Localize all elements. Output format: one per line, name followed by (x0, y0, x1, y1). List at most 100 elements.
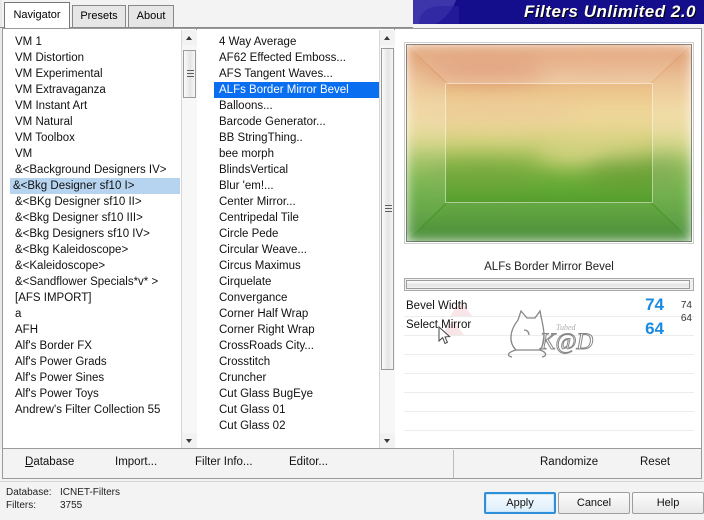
filter-list-item[interactable]: Cut Glass 01 (214, 402, 379, 418)
category-list-item[interactable]: &<Bkg Kaleidoscope> (10, 242, 180, 258)
filter-list-item-label: Cut Glass BugEye (219, 388, 313, 400)
filter-list-item[interactable]: CrossRoads City... (214, 338, 379, 354)
category-list-item-label: VM Experimental (15, 68, 103, 80)
tab-about[interactable]: About (128, 5, 174, 27)
category-list-item-label: &<Bkg Designer sf10 III> (15, 212, 143, 224)
filter-list-item-label: BB StringThing.. (219, 132, 303, 144)
category-list-item[interactable]: Alf's Power Toys (10, 386, 180, 402)
category-list-item[interactable]: VM Natural (10, 114, 180, 130)
category-list-item[interactable]: &<Background Designers IV> (10, 162, 180, 178)
menu-editor[interactable]: Editor... (289, 456, 328, 468)
category-list-item[interactable]: Alf's Border FX (10, 338, 180, 354)
cancel-button[interactable]: Cancel (558, 492, 630, 514)
filter-list-item[interactable]: Cut Glass 02 (214, 418, 379, 434)
help-button[interactable]: Help (632, 492, 704, 514)
filter-list-item-label: Circular Weave... (219, 244, 307, 256)
category-list-item[interactable]: VM Extravaganza (10, 82, 180, 98)
category-list-item[interactable]: Alf's Power Grads (10, 354, 180, 370)
preview-image[interactable] (406, 44, 692, 242)
filter-list-item-label: AFS Tangent Waves... (219, 68, 333, 80)
parameter-row-empty-3 (404, 374, 694, 393)
category-list-item[interactable]: &<Kaleidoscope> (10, 258, 180, 274)
status-filters-label: Filters: (6, 500, 36, 511)
category-list-item[interactable]: Alf's Power Sines (10, 370, 180, 386)
filter-list-item[interactable]: Cirquelate (214, 274, 379, 290)
category-scroll-up-icon[interactable] (182, 30, 197, 45)
category-list-item-label: Alf's Power Sines (15, 372, 105, 384)
filter-list-item[interactable]: Balloons... (214, 98, 379, 114)
filter-list-item[interactable]: Centripedal Tile (214, 210, 379, 226)
category-list-item[interactable]: AFH (10, 322, 180, 338)
menu-randomize[interactable]: Randomize (540, 456, 598, 468)
category-list-item-label: VM Extravaganza (15, 84, 106, 96)
filter-list-item[interactable]: Circular Weave... (214, 242, 379, 258)
category-list-item[interactable]: &<Sandflower Specials*v* > (10, 274, 180, 290)
category-list-item-label: VM Instant Art (15, 100, 88, 112)
category-scrollbar[interactable] (181, 30, 197, 448)
tab-presets[interactable]: Presets (72, 5, 126, 27)
tab-strip: Navigator Presets About (0, 0, 413, 28)
filter-list-item[interactable]: Circus Maximus (214, 258, 379, 274)
filter-list-item[interactable]: AF62 Effected Emboss... (214, 50, 379, 66)
category-list-item[interactable]: &<Bkg Designer sf10 I> (10, 178, 180, 194)
category-list-item[interactable]: a (10, 306, 180, 322)
filter-list-item[interactable]: bee morph (214, 146, 379, 162)
category-list-item[interactable]: VM 1 (10, 34, 180, 50)
category-list-item[interactable]: &<Bkg Designers sf10 IV> (10, 226, 180, 242)
category-list-item[interactable]: Andrew's Filter Collection 55 (10, 402, 180, 418)
filter-scroll-down-icon[interactable] (380, 433, 395, 448)
category-scroll-thumb[interactable] (183, 50, 196, 98)
parameter-row-empty-5 (404, 412, 694, 431)
apply-button[interactable]: Apply (484, 492, 556, 514)
scroll-grip-icon (385, 205, 392, 213)
filter-list-item-label: Cirquelate (219, 276, 272, 288)
preview-hscrollbar[interactable] (404, 278, 694, 291)
category-listbox[interactable]: VM 1 VM Distortion VM Experimental VM Extra… (10, 34, 180, 446)
filter-list-item[interactable]: Circle Pede (214, 226, 379, 242)
filter-list-item[interactable]: 4 Way Average (214, 34, 379, 50)
filter-list-item[interactable]: BlindsVertical (214, 162, 379, 178)
filter-list-item-label: Center Mirror... (219, 196, 296, 208)
category-list-item[interactable]: [AFS IMPORT] (10, 290, 180, 306)
category-list-item[interactable]: VM Toolbox (10, 130, 180, 146)
tab-navigator[interactable]: Navigator (4, 2, 70, 28)
filter-list-item[interactable]: Crosstitch (214, 354, 379, 370)
category-list-item-label: VM 1 (15, 36, 42, 48)
menu-reset[interactable]: Reset (640, 456, 670, 468)
filter-list-item[interactable]: Convergance (214, 290, 379, 306)
scroll-grip-icon (187, 70, 194, 78)
filter-list-item[interactable]: Blur 'em!... (214, 178, 379, 194)
parameter-row-empty-6 (404, 431, 694, 450)
category-list-item[interactable]: VM Distortion (10, 50, 180, 66)
filter-scrollbar[interactable] (379, 30, 395, 448)
filter-list-item[interactable]: ALFs Border Mirror Bevel (214, 82, 379, 98)
filter-list-item[interactable]: Center Mirror... (214, 194, 379, 210)
category-list-item[interactable]: VM Instant Art (10, 98, 180, 114)
category-list-item[interactable]: &<Bkg Designer sf10 III> (10, 210, 180, 226)
filter-list-item[interactable]: Cruncher (214, 370, 379, 386)
preview-hscroll-thumb[interactable] (406, 280, 690, 289)
category-list-item-label: Andrew's Filter Collection 55 (15, 404, 161, 416)
category-list-item-label: &<Bkg Designers sf10 IV> (15, 228, 150, 240)
filter-list-item[interactable]: Corner Right Wrap (214, 322, 379, 338)
filter-scroll-thumb[interactable] (381, 48, 394, 370)
filter-listbox[interactable]: 4 Way Average AF62 Effected Emboss... AFS … (214, 34, 379, 446)
filter-list-item[interactable]: Barcode Generator... (214, 114, 379, 130)
category-list-item[interactable]: &<BKg Designer sf10 II> (10, 194, 180, 210)
menu-import[interactable]: Import... (115, 456, 157, 468)
filter-scroll-up-icon[interactable] (380, 30, 395, 45)
filter-list-item[interactable]: Corner Half Wrap (214, 306, 379, 322)
filter-list-item[interactable]: Cut Glass BugEye (214, 386, 379, 402)
menu-filter-info[interactable]: Filter Info... (195, 456, 253, 468)
category-list-item[interactable]: VM Experimental (10, 66, 180, 82)
category-list-item-label: VM Toolbox (15, 132, 75, 144)
filter-list-item[interactable]: AFS Tangent Waves... (214, 66, 379, 82)
category-list-item[interactable]: VM (10, 146, 180, 162)
menu-database[interactable]: Database (25, 456, 74, 468)
filter-list-item[interactable]: BB StringThing.. (214, 130, 379, 146)
category-scroll-down-icon[interactable] (182, 433, 197, 448)
filter-list-item-label: Cruncher (219, 372, 267, 384)
parameter-value: 64 (645, 319, 664, 338)
category-list-item-label: &<BKg Designer sf10 II> (15, 196, 142, 208)
parameter-value-small: 64 (680, 313, 692, 324)
